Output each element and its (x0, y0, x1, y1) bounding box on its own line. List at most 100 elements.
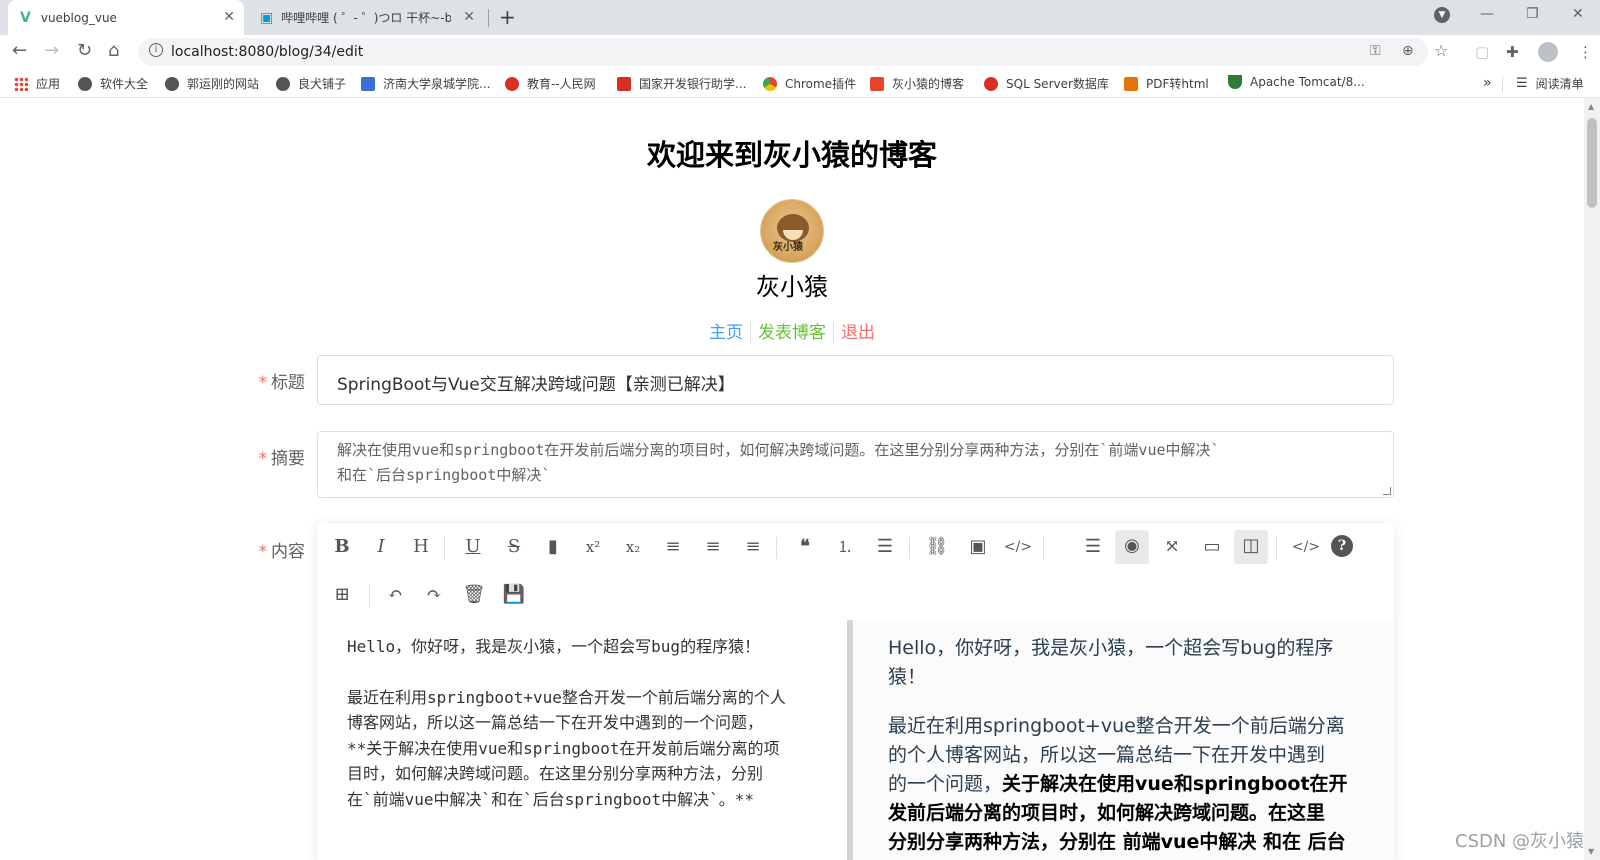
trash-icon[interactable]: 🗑 (458, 579, 490, 611)
bookmark-item[interactable]: Apache Tomcat/8... (1228, 75, 1365, 89)
markdown-line: 目时，如何解决跨域问题。在这里分别分享两种方法，分别 (347, 764, 764, 783)
puzzle-extensions-icon[interactable]: ✚ (1506, 43, 1519, 61)
navigation-icon[interactable]: ☰ (1077, 531, 1109, 563)
nav-publish-link[interactable]: 发表博客 (751, 318, 833, 343)
omnibox[interactable]: i localhost:8080/blog/34/edit ⚿ ⊕ ☆ (138, 38, 1448, 66)
window-icon[interactable]: ▭ (1196, 531, 1228, 563)
new-tab-button[interactable]: + (499, 5, 516, 29)
align-right-icon[interactable]: ≡ (737, 531, 769, 563)
tab-vueblog[interactable]: V vueblog_vue ✕ (8, 0, 244, 35)
editor-toolbar-row-2: ⊞ ↶ ↷ 🗑 💾 (317, 571, 1394, 619)
bookmark-label: Chrome插件 (785, 77, 857, 91)
key-icon[interactable]: ⚿ (1370, 43, 1381, 59)
tab-bilibili[interactable]: ▣ 哔哩哔哩 ( ゜- ゜)つロ 干杯~-bili ✕ (252, 0, 484, 35)
minimize-icon[interactable]: — (1480, 6, 1494, 22)
tab-search-icon[interactable]: ▼ (1434, 7, 1450, 23)
align-center-icon[interactable]: ≡ (697, 531, 729, 563)
bookmark-star-icon[interactable]: ☆ (1434, 41, 1448, 60)
undo-icon[interactable]: ↶ (379, 579, 411, 611)
bookmark-item[interactable]: SQL Server数据库 (984, 75, 1109, 92)
bookmark-label: 郭运刚的网站 (187, 77, 260, 91)
html-code-icon[interactable]: </> (1290, 531, 1322, 563)
reload-icon[interactable]: ↻ (77, 40, 92, 61)
toolbar-divider (444, 537, 445, 559)
unordered-list-icon[interactable]: ☰ (869, 531, 901, 563)
redo-icon[interactable]: ↷ (418, 579, 450, 611)
bookmark-item[interactable]: Chrome插件 (763, 75, 856, 92)
title-input-value: SpringBoot与Vue交互解决跨域问题【亲测已解决】 (337, 375, 735, 395)
toolbar-divider (1043, 537, 1044, 559)
profile-avatar-icon[interactable] (1538, 42, 1558, 62)
summary-textarea[interactable]: 解决在使用vue和springboot在开发前后端分离的项目时，如何解决跨域问题… (317, 431, 1394, 498)
bold-icon[interactable]: B (326, 531, 358, 563)
link-icon[interactable]: ⛓ (921, 531, 953, 563)
people-daily-icon (505, 76, 519, 91)
title-input[interactable]: SpringBoot与Vue交互解决跨域问题【亲测已解决】 (317, 355, 1394, 405)
extension-icon[interactable]: ▢ (1475, 43, 1489, 61)
restore-icon[interactable]: ❐ (1526, 6, 1539, 22)
preview-bold-text: 关于解决在使用vue和springboot在开 (1002, 773, 1348, 795)
close-tab-icon[interactable]: ✕ (463, 9, 475, 25)
bookmark-item[interactable]: 国家开发银行助学... (617, 75, 746, 92)
back-arrow-icon[interactable]: ← (12, 40, 27, 61)
site-info-icon[interactable]: i (149, 43, 163, 57)
more-bookmarks-chevron-icon[interactable]: » (1483, 75, 1492, 91)
italic-icon[interactable]: I (365, 531, 397, 563)
image-icon[interactable]: ▣ (962, 531, 994, 563)
subscript-icon[interactable]: x₂ (617, 531, 649, 563)
help-icon[interactable]: ? (1331, 535, 1353, 557)
align-left-icon[interactable]: ≡ (657, 531, 689, 563)
split-view-icon[interactable]: ◫ (1234, 530, 1268, 564)
save-icon[interactable]: 💾 (498, 579, 530, 611)
bookmarks-divider (1502, 77, 1503, 92)
preview-line: 猿！ (888, 666, 927, 688)
nav-home-link[interactable]: 主页 (702, 318, 750, 343)
zoom-icon[interactable]: ⊕ (1402, 43, 1414, 59)
preview-bold-text: 分别分享两种方法，分别在 前端vue中解决 和在 后台 (888, 831, 1346, 853)
close-tab-icon[interactable]: ✕ (223, 9, 235, 25)
code-icon[interactable]: </> (1002, 531, 1034, 563)
menu-kebab-icon[interactable]: ⋮ (1578, 43, 1593, 61)
url-text[interactable]: localhost:8080/blog/34/edit (171, 44, 363, 60)
heading-icon[interactable]: H (405, 531, 437, 563)
bookmark-item[interactable]: 济南大学泉城学院... (361, 75, 490, 92)
bookmark-item[interactable]: 良犬铺子 (276, 75, 346, 92)
resize-grip-icon[interactable] (1383, 487, 1391, 495)
markdown-source-pane[interactable]: Hello，你好呀，我是灰小猿，一个超会写bug的程序猿！ 最近在利用sprin… (317, 620, 837, 860)
markdown-preview-pane: Hello，你好呀，我是灰小猿，一个超会写bug的程序 猿！ 最近在利用spri… (855, 620, 1394, 860)
bookmark-apps[interactable]: 应用 (14, 75, 60, 92)
pdf-icon (1124, 76, 1138, 91)
fullscreen-icon[interactable]: ⤧ (1156, 531, 1188, 563)
bookmark-item[interactable]: 灰小猿的博客 (870, 75, 964, 92)
title-label: * 标题 (230, 368, 306, 393)
home-icon[interactable]: ⌂ (108, 40, 119, 61)
author-avatar[interactable]: 灰小猿 (760, 199, 824, 263)
pane-divider[interactable] (847, 620, 853, 860)
browser-tab-strip: V vueblog_vue ✕ ▣ 哔哩哔哩 ( ゜- ゜)つロ 干杯~-bil… (0, 0, 1600, 35)
page-scrollbar[interactable]: ▲ ▼ (1584, 98, 1600, 860)
nav-logout-link[interactable]: 退出 (834, 318, 882, 343)
strikethrough-icon[interactable]: S (498, 531, 530, 563)
scroll-down-arrow-icon[interactable]: ▼ (1588, 847, 1594, 856)
bookmark-item[interactable]: 软件大全 (78, 75, 148, 92)
avatar-text: 灰小猿 (773, 242, 803, 253)
reading-list-button[interactable]: ☰ 阅读清单 (1516, 75, 1584, 92)
mark-bookmark-icon[interactable]: ▮ (537, 531, 569, 563)
underline-icon[interactable]: U (457, 531, 489, 563)
address-toolbar: ← → ↻ ⌂ i localhost:8080/blog/34/edit ⚿ … (0, 35, 1600, 71)
author-name: 灰小猿 (756, 273, 828, 301)
close-window-icon[interactable]: ✕ (1572, 6, 1584, 22)
bookmark-item[interactable]: 郭运刚的网站 (165, 75, 259, 92)
superscript-icon[interactable]: x² (577, 531, 609, 563)
preview-toggle-icon[interactable]: ◉ (1115, 530, 1149, 564)
bookmark-label: SQL Server数据库 (1006, 77, 1109, 91)
content-label-text: 内容 (271, 542, 305, 562)
quote-icon[interactable]: ❝ (789, 531, 821, 563)
forward-arrow-icon[interactable]: → (44, 40, 59, 61)
bookmark-item[interactable]: 教育--人民网 (505, 75, 596, 92)
scroll-thumb[interactable] (1587, 118, 1597, 208)
bookmark-item[interactable]: PDF转html (1124, 75, 1209, 92)
table-icon[interactable]: ⊞ (326, 579, 358, 611)
scroll-up-arrow-icon[interactable]: ▲ (1588, 102, 1594, 111)
ordered-list-icon[interactable]: ⒈ (829, 531, 861, 563)
